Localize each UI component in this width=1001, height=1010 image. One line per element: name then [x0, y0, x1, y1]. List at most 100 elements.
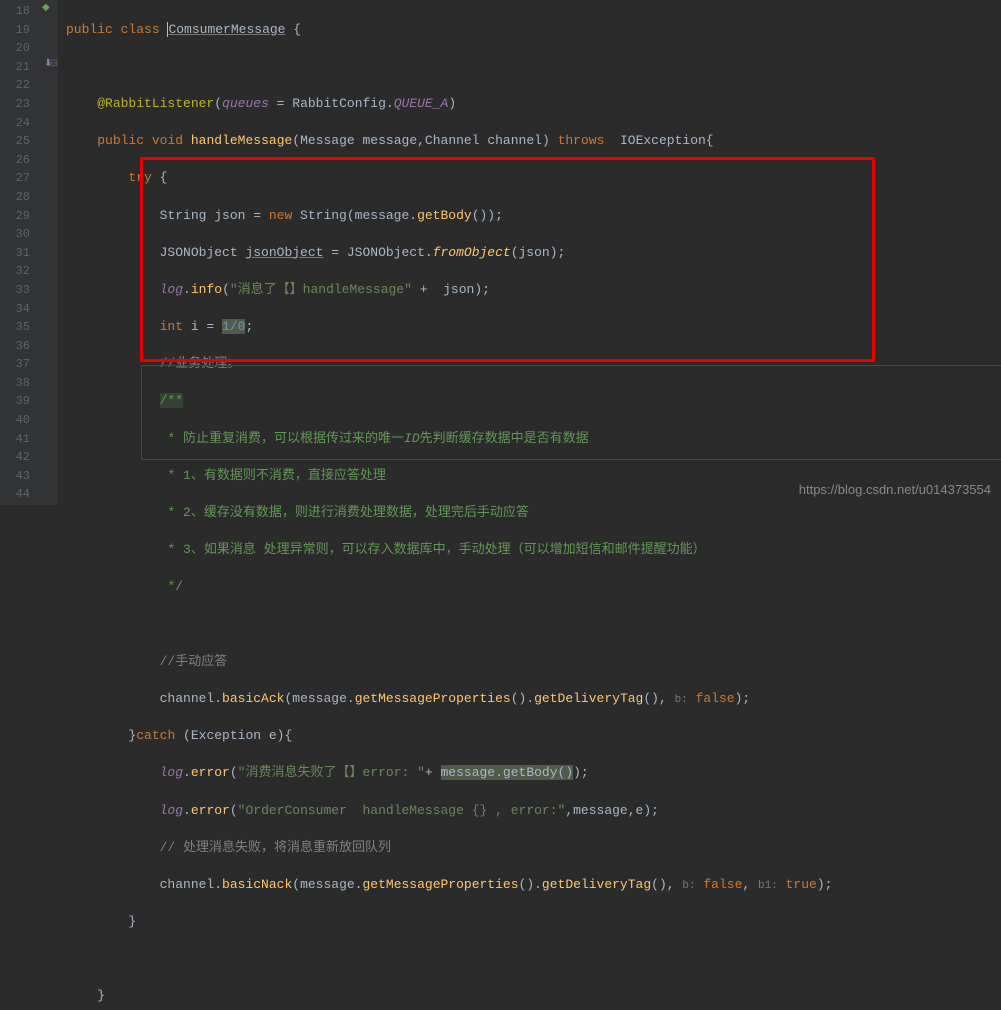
- end: );: [573, 765, 589, 780]
- paren: (: [222, 282, 230, 297]
- p: (message.: [292, 877, 362, 892]
- class-ref: RabbitConfig.: [292, 96, 393, 111]
- keyword-false: false: [696, 691, 735, 706]
- line-number: 33: [0, 281, 30, 300]
- type: JSONObject: [160, 245, 246, 260]
- param-hint: b:: [675, 694, 688, 706]
- keyword-true: true: [786, 877, 817, 892]
- end: );: [735, 691, 751, 706]
- code-area[interactable]: public class ComsumerMessage { @RabbitLi…: [58, 0, 1001, 505]
- line-number: 21: [0, 58, 30, 77]
- plus: +: [425, 765, 441, 780]
- annotation-param: queues: [222, 96, 269, 111]
- dot: .: [183, 803, 191, 818]
- keyword-throws: throws: [558, 133, 605, 148]
- keyword-public: public: [97, 133, 144, 148]
- log-var: log: [160, 282, 183, 297]
- keyword-new: new: [269, 208, 292, 223]
- p: (message.: [284, 691, 354, 706]
- eq: =: [269, 96, 292, 111]
- method-name: handleMessage: [191, 133, 292, 148]
- class-marker-icon: ◆: [42, 2, 50, 14]
- keyword-catch: catch: [136, 728, 175, 743]
- line-number: 41: [0, 430, 30, 449]
- plus: + json);: [412, 282, 490, 297]
- keyword-class: class: [121, 22, 160, 37]
- watermark-text: https://blog.csdn.net/u014373554: [799, 482, 991, 497]
- method-call: getDeliveryTag: [534, 691, 643, 706]
- collapse-icon[interactable]: ⊟: [50, 58, 58, 70]
- doc-comment-start: /**: [160, 393, 183, 408]
- rest: (json);: [511, 245, 566, 260]
- static-field: QUEUE_A: [394, 96, 449, 111]
- doc-comment: 先判断缓存数据中是否有数据: [420, 431, 589, 446]
- method-call: info: [191, 282, 222, 297]
- line-number: 36: [0, 337, 30, 356]
- line-number-gutter: 1819202122232425262728293031323334353637…: [0, 0, 40, 505]
- close-brace: }: [128, 728, 136, 743]
- highlighted-expr: message.getBody(): [441, 765, 574, 780]
- doc-comment: * 2、缓存没有数据，则进行消费处理数据，处理完后手动应答: [160, 505, 529, 520]
- line-number: 32: [0, 262, 30, 281]
- rest: ,message,e);: [565, 803, 659, 818]
- paren: (: [230, 803, 238, 818]
- doc-comment: * 1、有数据则不消费，直接应答处理: [160, 468, 386, 483]
- var: json =: [214, 208, 269, 223]
- keyword-try: try: [128, 170, 151, 185]
- method-call: basicAck: [222, 691, 284, 706]
- line-number: 44: [0, 485, 30, 504]
- paren: (: [230, 765, 238, 780]
- dot: .: [183, 765, 191, 780]
- string-literal: "消息了【】handleMessage": [230, 282, 412, 297]
- semi: ;: [245, 319, 253, 334]
- exception: IOException{: [604, 133, 713, 148]
- line-number: 35: [0, 318, 30, 337]
- close-brace: }: [97, 988, 105, 1003]
- p: (),: [643, 691, 674, 706]
- line-number: 23: [0, 95, 30, 114]
- keyword-public: public: [66, 22, 113, 37]
- line-number: 26: [0, 151, 30, 170]
- doc-comment-end: */: [160, 579, 183, 594]
- var: jsonObject: [245, 245, 323, 260]
- gutter-icons-column: ◆ ⬇ ⊟: [40, 0, 58, 505]
- line-number: 29: [0, 207, 30, 226]
- p: ().: [519, 877, 542, 892]
- keyword-int: int: [160, 319, 183, 334]
- class-name: ComsumerMessage: [168, 22, 285, 37]
- params: (Message message,Channel channel): [292, 133, 549, 148]
- line-number: 22: [0, 76, 30, 95]
- line-number: 20: [0, 39, 30, 58]
- p: ().: [511, 691, 534, 706]
- string-literal: "消费消息失败了【】error: ": [238, 765, 425, 780]
- p: (),: [651, 877, 682, 892]
- var: i =: [183, 319, 222, 334]
- method-call: getBody: [417, 208, 472, 223]
- line-number: 42: [0, 448, 30, 467]
- ctor: String(message.: [292, 208, 417, 223]
- end: );: [817, 877, 833, 892]
- eq: = JSONObject.: [323, 245, 432, 260]
- method-call: getMessageProperties: [362, 877, 518, 892]
- open-brace: {: [293, 22, 301, 37]
- keyword-void: void: [152, 133, 183, 148]
- method-call: getDeliveryTag: [542, 877, 651, 892]
- line-number: 39: [0, 392, 30, 411]
- paren: (: [214, 96, 222, 111]
- obj: channel.: [160, 691, 222, 706]
- line-comment: // 处理消息失败，将消息重新放回队列: [160, 840, 391, 855]
- line-comment: //业务处理。: [160, 356, 241, 371]
- rest: ());: [472, 208, 503, 223]
- method-call: basicNack: [222, 877, 292, 892]
- param-hint: b1:: [758, 880, 778, 892]
- code-editor[interactable]: 1819202122232425262728293031323334353637…: [0, 0, 1001, 505]
- dot: .: [183, 282, 191, 297]
- annotation: @RabbitListener: [97, 96, 214, 111]
- line-number: 38: [0, 374, 30, 393]
- log-var: log: [160, 803, 183, 818]
- line-comment: //手动应答: [160, 654, 228, 669]
- line-number: 27: [0, 169, 30, 188]
- line-number: 34: [0, 300, 30, 319]
- line-number: 18: [0, 2, 30, 21]
- method-call: error: [191, 765, 230, 780]
